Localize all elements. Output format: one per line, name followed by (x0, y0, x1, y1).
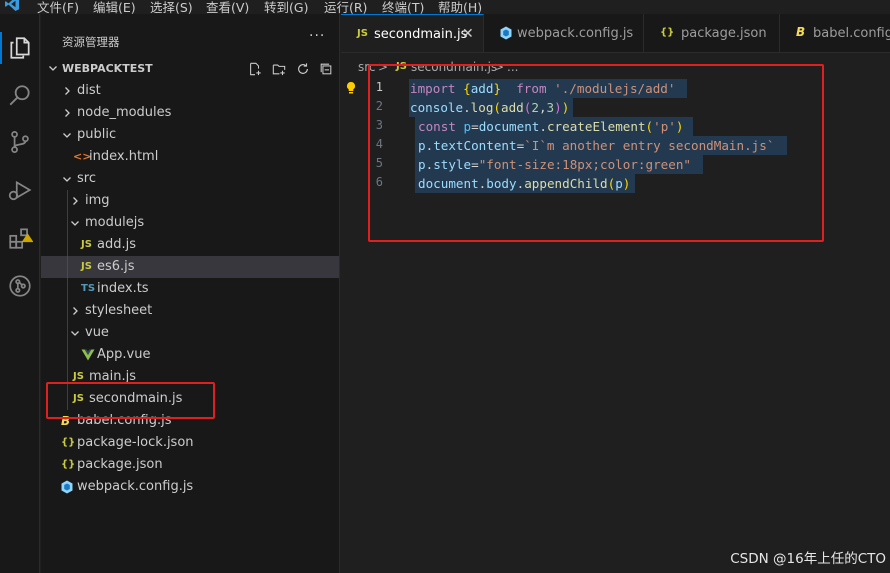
source-control-icon[interactable] (4, 126, 36, 158)
menu-help[interactable]: 帮助(H) (438, 0, 482, 14)
menu-go[interactable]: 转到(G) (264, 0, 308, 14)
folder-name: src (77, 171, 96, 186)
ts-file-icon: TS (81, 283, 96, 294)
tree-file[interactable]: JS add.js (41, 234, 339, 256)
chevron-right-icon (73, 307, 78, 315)
gitlens-icon[interactable] (4, 270, 36, 302)
run-debug-icon[interactable] (4, 174, 36, 206)
chevron-right-icon (65, 87, 70, 95)
active-indicator (0, 32, 2, 64)
lightbulb-icon[interactable] (344, 81, 358, 95)
menu-file[interactable]: 文件(F) (37, 0, 79, 14)
file-name: App.vue (97, 347, 151, 362)
folder-name: img (85, 193, 110, 208)
webpack-file-icon (61, 479, 73, 495)
tree-file[interactable]: <> index.html (41, 146, 339, 168)
folder-name: stylesheet (85, 303, 153, 318)
tree-folder[interactable]: public (41, 124, 339, 146)
babel-icon: B (796, 25, 806, 39)
tree-folder[interactable]: img (41, 190, 339, 212)
menu-terminal[interactable]: 终端(T) (382, 0, 424, 14)
js-file-icon: JS (81, 261, 92, 272)
chevron-down-icon (49, 66, 57, 71)
file-name: add.js (97, 237, 136, 252)
folder-name: vue (85, 325, 109, 340)
chevron-down-icon (63, 133, 71, 138)
json-file-icon: {} (660, 27, 675, 38)
file-name: package-lock.json (77, 435, 194, 450)
chevron-down-icon (71, 331, 79, 336)
file-name: index.ts (97, 281, 149, 296)
red-annotation-box (368, 64, 824, 242)
tab-babel-config[interactable]: B babel.config.js (780, 14, 890, 52)
tree-folder[interactable]: dist (41, 80, 339, 102)
refresh-icon[interactable] (294, 60, 312, 78)
tab-label: secondmain.js (374, 27, 468, 42)
menu-bar: 文件(F) 编辑(E) 选择(S) 查看(V) 转到(G) 运行(R) 终端(T… (0, 0, 890, 14)
collapse-all-icon[interactable] (317, 60, 335, 78)
tab-label: webpack.config.js (517, 26, 634, 41)
chevron-down-icon (71, 221, 79, 226)
files-icon[interactable] (4, 32, 36, 64)
tab-secondmain[interactable]: JS secondmain.js ✕ (341, 14, 484, 52)
explorer-title: 资源管理器 (62, 35, 120, 49)
new-folder-icon[interactable] (270, 60, 288, 78)
new-file-icon[interactable] (246, 60, 264, 78)
tree-file[interactable]: TS index.ts (41, 278, 339, 300)
chevron-right-icon (73, 197, 78, 205)
json-file-icon: {} (61, 437, 76, 448)
file-name: webpack.config.js (77, 479, 194, 494)
tab-package-json[interactable]: {} package.json (644, 14, 780, 52)
indent-guide (67, 190, 68, 410)
chevron-right-icon (65, 109, 70, 117)
tree-file[interactable]: {} package.json (41, 454, 339, 476)
tree-file[interactable]: {} package-lock.json (41, 432, 339, 454)
menu-view[interactable]: 查看(V) (206, 0, 249, 14)
search-icon[interactable] (4, 80, 36, 112)
folder-name: node_modules (77, 105, 172, 120)
chevron-down-icon (63, 177, 71, 182)
tab-label: babel.config.js (813, 26, 890, 41)
tab-bar: JS secondmain.js ✕ webpack.config.js {} … (341, 14, 890, 53)
workspace-section-header[interactable]: WEBPACKTEST (41, 58, 339, 80)
activity-bar (0, 14, 40, 573)
more-actions-button[interactable]: ··· (309, 28, 325, 44)
explorer-sidebar: 资源管理器 ··· WEBPACKTEST dist node_modulespu… (41, 14, 340, 573)
menu-selection[interactable]: 选择(S) (150, 0, 193, 14)
vue-file-icon (81, 347, 95, 363)
tree-folder[interactable]: node_modules (41, 102, 339, 124)
menu-run[interactable]: 运行(R) (324, 0, 367, 14)
folder-name: modulejs (85, 215, 145, 230)
watermark: CSDN @16年上任的CTO (730, 551, 886, 567)
webpack-icon (500, 26, 512, 40)
extensions-icon[interactable] (4, 222, 36, 254)
red-annotation-box (46, 382, 215, 419)
close-icon[interactable]: ✕ (462, 26, 474, 42)
js-file-icon: JS (357, 28, 368, 39)
tree-folder[interactable]: src (41, 168, 339, 190)
tree-file[interactable]: App.vue (41, 344, 339, 366)
tab-webpack-config[interactable]: webpack.config.js (484, 14, 644, 52)
folder-name: dist (77, 83, 101, 98)
folder-name: public (77, 127, 117, 142)
tree-file[interactable]: JS es6.js (41, 256, 339, 278)
menu-edit[interactable]: 编辑(E) (93, 0, 136, 14)
file-name: package.json (77, 457, 163, 472)
tab-label: package.json (681, 26, 767, 41)
tree-folder[interactable]: vue (41, 322, 339, 344)
tree-folder[interactable]: modulejs (41, 212, 339, 234)
tree-folder[interactable]: stylesheet (41, 300, 339, 322)
vscode-logo-icon (5, 0, 19, 11)
file-name: es6.js (97, 259, 135, 274)
file-name: index.html (89, 149, 159, 164)
tree-file[interactable]: webpack.config.js (41, 476, 339, 498)
js-file-icon: JS (81, 239, 92, 250)
workspace-name: WEBPACKTEST (62, 62, 153, 75)
json-file-icon: {} (61, 459, 76, 470)
